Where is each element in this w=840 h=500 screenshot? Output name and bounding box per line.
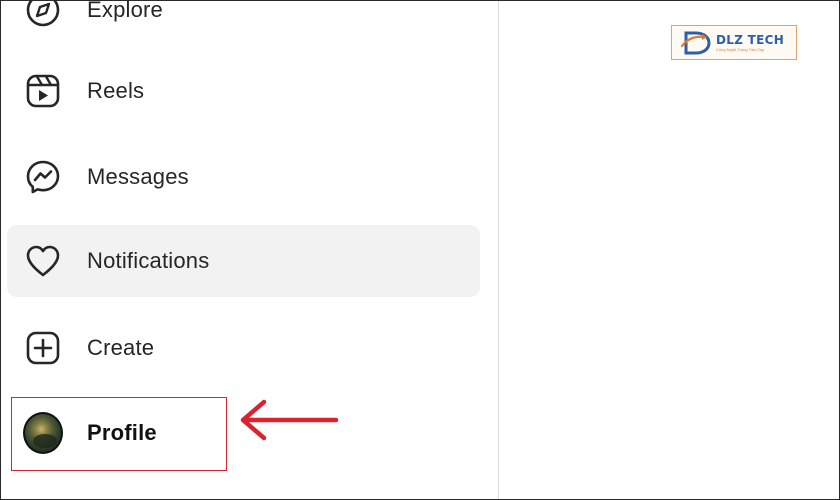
sidebar-item-create[interactable]: Create xyxy=(7,312,480,384)
sidebar-item-messages[interactable]: Messages xyxy=(7,141,480,213)
sidebar-item-label: Explore xyxy=(87,1,163,22)
plus-square-icon xyxy=(23,328,63,368)
reels-icon xyxy=(23,71,63,111)
sidebar-item-label: Create xyxy=(87,335,155,360)
sidebar-item-label: Reels xyxy=(87,78,145,103)
sidebar-item-label: Messages xyxy=(87,164,189,189)
watermark-subtitle: Công Nghệ Trong Tầm Tay xyxy=(716,46,764,52)
sidebar-item-label: Notifications xyxy=(87,248,210,273)
compass-icon xyxy=(23,1,63,30)
sidebar-item-reels[interactable]: Reels xyxy=(7,55,480,127)
dlz-logo-icon xyxy=(680,30,712,56)
arrow-left-icon xyxy=(240,399,339,441)
sidebar-item-explore[interactable]: Explore xyxy=(7,1,480,46)
profile-highlight-box xyxy=(11,397,227,471)
sidebar-item-notifications[interactable]: Notifications xyxy=(7,225,480,297)
messenger-icon xyxy=(23,157,63,197)
watermark-title: DLZ TECH xyxy=(716,32,785,47)
heart-icon xyxy=(23,241,63,281)
watermark-logo: DLZ TECH Công Nghệ Trong Tầm Tay xyxy=(671,25,797,60)
